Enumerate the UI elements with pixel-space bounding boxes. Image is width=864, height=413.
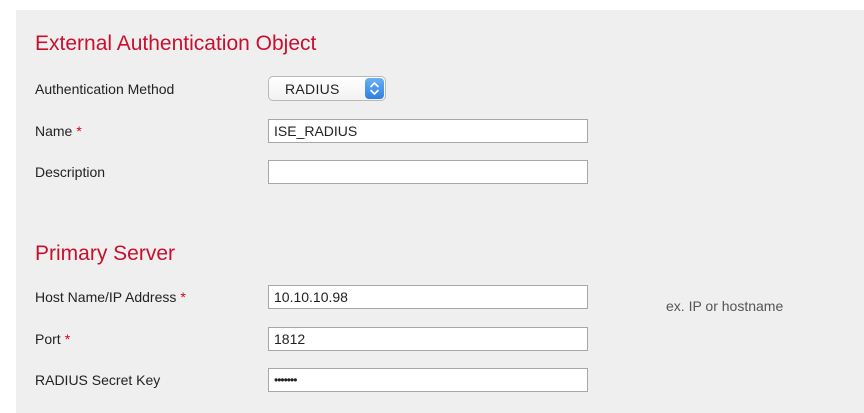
- required-marker: *: [64, 331, 71, 347]
- secret-key-input[interactable]: [268, 368, 588, 392]
- port-input[interactable]: [268, 327, 588, 351]
- description-label: Description: [35, 164, 105, 180]
- required-marker: *: [180, 289, 186, 305]
- updown-chevron-icon: [365, 78, 384, 99]
- auth-method-select[interactable]: RADIUS: [268, 76, 386, 101]
- external-auth-object-title: External Authentication Object: [35, 32, 317, 55]
- auth-object-form-panel: External Authentication Object Authentic…: [16, 10, 864, 413]
- auth-method-select-value: RADIUS: [285, 81, 340, 97]
- name-label-text: Name: [35, 123, 73, 139]
- required-marker: *: [76, 123, 82, 139]
- name-label: Name *: [35, 123, 82, 139]
- host-label-text: Host Name/IP Address: [35, 289, 177, 305]
- host-label: Host Name/IP Address *: [35, 289, 186, 305]
- secret-key-label-text: RADIUS Secret Key: [35, 372, 161, 388]
- description-label-text: Description: [35, 164, 106, 180]
- secret-key-label: RADIUS Secret Key: [35, 372, 160, 388]
- port-label: Port *: [35, 331, 70, 347]
- host-hint: ex. IP or hostname: [666, 298, 784, 314]
- auth-method-label-text: Authentication Method: [35, 81, 175, 97]
- auth-method-label: Authentication Method: [35, 81, 174, 97]
- description-input[interactable]: [268, 160, 588, 184]
- name-input[interactable]: [268, 119, 588, 143]
- primary-server-title: Primary Server: [35, 242, 176, 265]
- port-label-text: Port: [35, 331, 61, 347]
- host-input[interactable]: [268, 285, 588, 309]
